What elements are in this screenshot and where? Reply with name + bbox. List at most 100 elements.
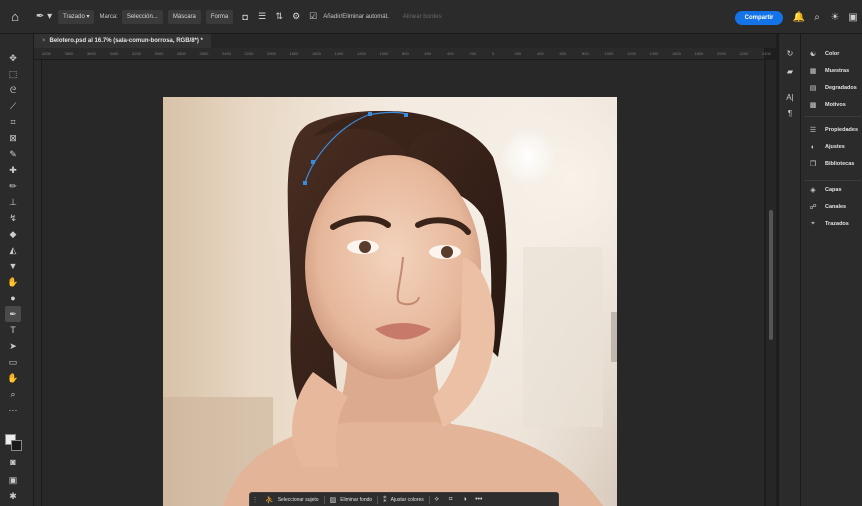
ruler-tick-label: 800 bbox=[582, 51, 589, 56]
panel-item-propiedades[interactable]: ☰ Propiedades bbox=[807, 124, 858, 136]
ruler-tick-label: 1800 bbox=[289, 51, 299, 56]
comments-icon[interactable]: ▰ bbox=[783, 64, 797, 78]
swatches-icon: ▦ bbox=[809, 68, 817, 75]
history-brush-tool-icon[interactable]: ↯ bbox=[5, 210, 21, 226]
share-button[interactable]: Compartir bbox=[735, 11, 783, 25]
path-arrangement-icon[interactable]: ⇅ bbox=[272, 10, 286, 24]
panel-item-capas[interactable]: ◈ Capas bbox=[807, 184, 842, 196]
scrollbar-thumb[interactable] bbox=[769, 210, 773, 340]
dodge-tool-icon[interactable]: ✋ bbox=[5, 274, 21, 290]
rectangle-tool-icon[interactable]: ▭ bbox=[5, 354, 21, 370]
ruler-tick-label: 2600 bbox=[199, 51, 209, 56]
healing-brush-tool-icon[interactable]: ✚ bbox=[5, 162, 21, 178]
pen-tool-preset-icon[interactable]: ✒ ▾ bbox=[30, 11, 58, 22]
lasso-tool-icon[interactable]: ᘓ bbox=[5, 82, 21, 98]
hand-tool-icon[interactable]: ✋ bbox=[5, 370, 21, 386]
pen-tool-icon[interactable]: ✒ bbox=[5, 306, 21, 322]
selection-button[interactable]: Selección... bbox=[121, 9, 163, 24]
panel-item-canales[interactable]: ☍ Canales bbox=[807, 201, 846, 213]
close-tab-icon[interactable]: × bbox=[42, 38, 46, 44]
panel-item-trazados[interactable]: ⌖ Trazados bbox=[807, 218, 849, 230]
workspace-icon[interactable]: ▣ bbox=[846, 10, 860, 24]
horizontal-ruler[interactable]: 4200 3800 3600 3400 3200 3000 2800 2600 2400 2200… bbox=[34, 48, 771, 60]
panel-item-bibliotecas[interactable]: ❐ Bibliotecas bbox=[807, 158, 854, 170]
panel-divider bbox=[805, 180, 861, 181]
panel-item-ajustes[interactable]: ◐ Ajustes bbox=[807, 141, 845, 153]
panels-dock: ☯ Color ▦ Muestras ▤ Degradados ▩ Motivos ☰ Prop… bbox=[800, 34, 862, 506]
align-edges-label[interactable]: Alinear bordes bbox=[403, 14, 442, 20]
type-tool-icon[interactable]: T bbox=[5, 322, 21, 338]
color-icon: ☯ bbox=[809, 51, 817, 58]
panel-item-color[interactable]: ☯ Color bbox=[807, 48, 840, 60]
crop-tool-icon[interactable]: ⌗ bbox=[5, 114, 21, 130]
eyedropper-tool-icon[interactable]: ✎ bbox=[5, 146, 21, 162]
ruler-tick-label: 3000 bbox=[154, 51, 164, 56]
document-tab-row: × Belotero.psd al 16.7% (sala-comun-borr… bbox=[34, 34, 776, 48]
ruler-tick-label: 1000 bbox=[604, 51, 614, 56]
marquee-tool-icon[interactable]: ⬚ bbox=[5, 66, 21, 82]
settings-gear-icon[interactable]: ⚙ bbox=[289, 10, 303, 24]
paragraph-icon[interactable]: ¶ bbox=[783, 106, 797, 120]
remove-background-button[interactable]: ▨ Eliminar fondo bbox=[325, 493, 378, 506]
ruler-tick-label: 2400 bbox=[222, 51, 231, 56]
brush-tool-icon[interactable]: ✏ bbox=[5, 178, 21, 194]
panel-item-label: Ajustes bbox=[825, 144, 845, 150]
ruler-tick-label: 1400 bbox=[649, 51, 659, 56]
select-subject-button[interactable]: ⛹ Seleccionar sujeto bbox=[260, 493, 324, 506]
properties-icon: ☰ bbox=[809, 127, 817, 134]
panel-item-degradados[interactable]: ▤ Degradados bbox=[807, 82, 857, 94]
shape-button[interactable]: Forma bbox=[205, 9, 234, 24]
panel-item-label: Muestras bbox=[825, 68, 850, 74]
auto-add-checkbox[interactable]: ☑ bbox=[306, 10, 320, 24]
frame-tool-icon[interactable]: ⊠ bbox=[5, 130, 21, 146]
ruler-tick-label: 3600 bbox=[87, 51, 96, 56]
clone-stamp-tool-icon[interactable]: ⊥ bbox=[5, 194, 21, 210]
panel-item-muestras[interactable]: ▦ Muestras bbox=[807, 65, 849, 77]
crop-icon[interactable]: ⌗ bbox=[444, 496, 458, 504]
mask-button[interactable]: Máscara bbox=[167, 9, 201, 24]
eraser-tool-icon[interactable]: ◆ bbox=[5, 226, 21, 242]
path-operations-icon[interactable]: ◘ bbox=[238, 10, 252, 24]
document-title: Belotero.psd al 16.7% (sala-comun-borros… bbox=[49, 38, 203, 44]
drag-handle-icon[interactable]: ⋮ bbox=[250, 496, 260, 504]
adjustment-icon[interactable]: ◑ bbox=[458, 496, 472, 503]
quick-mask-icon[interactable]: ◙ bbox=[5, 454, 21, 470]
mark-label: Marca: bbox=[99, 13, 118, 20]
document-image[interactable] bbox=[163, 97, 617, 506]
select-subject-icon: ⛹ bbox=[265, 496, 274, 504]
home-icon[interactable]: ⌂ bbox=[0, 0, 30, 34]
bell-icon[interactable]: 🔔 bbox=[792, 10, 806, 24]
history-icon[interactable]: ↻ bbox=[783, 46, 797, 60]
paint-bucket-tool-icon[interactable]: ◭ bbox=[5, 242, 21, 258]
panel-item-label: Capas bbox=[825, 187, 842, 193]
mode-dropdown[interactable]: Trazado ▾ bbox=[58, 9, 95, 24]
quick-selection-tool-icon[interactable]: ⟋ bbox=[5, 98, 21, 114]
adjustments-icon: ◐ bbox=[810, 143, 816, 151]
ruler-tick-label: 1600 bbox=[672, 51, 681, 56]
zoom-tool-icon[interactable]: ⌕ bbox=[5, 386, 21, 402]
move-tool-icon[interactable]: ✥ bbox=[5, 50, 21, 66]
more-options-icon[interactable]: ••• bbox=[472, 496, 486, 503]
document-tab[interactable]: × Belotero.psd al 16.7% (sala-comun-borr… bbox=[34, 34, 211, 48]
character-icon[interactable]: A| bbox=[783, 90, 797, 104]
ruler-tick-label: 800 bbox=[402, 51, 409, 56]
vertical-scrollbar[interactable] bbox=[766, 60, 776, 506]
adjust-colors-button[interactable]: ⁑ Ajustar colores bbox=[378, 493, 429, 506]
panel-item-label: Trazados bbox=[825, 221, 849, 227]
panel-item-motivos[interactable]: ▩ Motivos bbox=[807, 99, 846, 111]
path-selection-tool-icon[interactable]: ➤ bbox=[5, 338, 21, 354]
blur-tool-icon[interactable]: ▼ bbox=[5, 258, 21, 274]
libraries-icon: ❐ bbox=[809, 161, 817, 168]
path-alignment-icon[interactable]: ☰ bbox=[255, 10, 269, 24]
generative-fill-icon[interactable]: ⟡ bbox=[430, 496, 444, 504]
more-tools-icon[interactable]: ⋯ bbox=[5, 402, 21, 418]
background-color-swatch[interactable] bbox=[11, 440, 22, 451]
sponge-tool-icon[interactable]: ● bbox=[5, 290, 21, 306]
ruler-tick-label: 2200 bbox=[739, 51, 749, 56]
screen-mode-icon[interactable]: ▣ bbox=[5, 472, 21, 488]
panel-item-label: Motivos bbox=[825, 102, 846, 108]
vertical-ruler[interactable] bbox=[34, 60, 42, 506]
sun-icon[interactable]: ☀ bbox=[828, 10, 842, 24]
edit-toolbar-icon[interactable]: ✱ bbox=[5, 488, 21, 504]
search-icon[interactable]: ⌕ bbox=[810, 10, 824, 24]
